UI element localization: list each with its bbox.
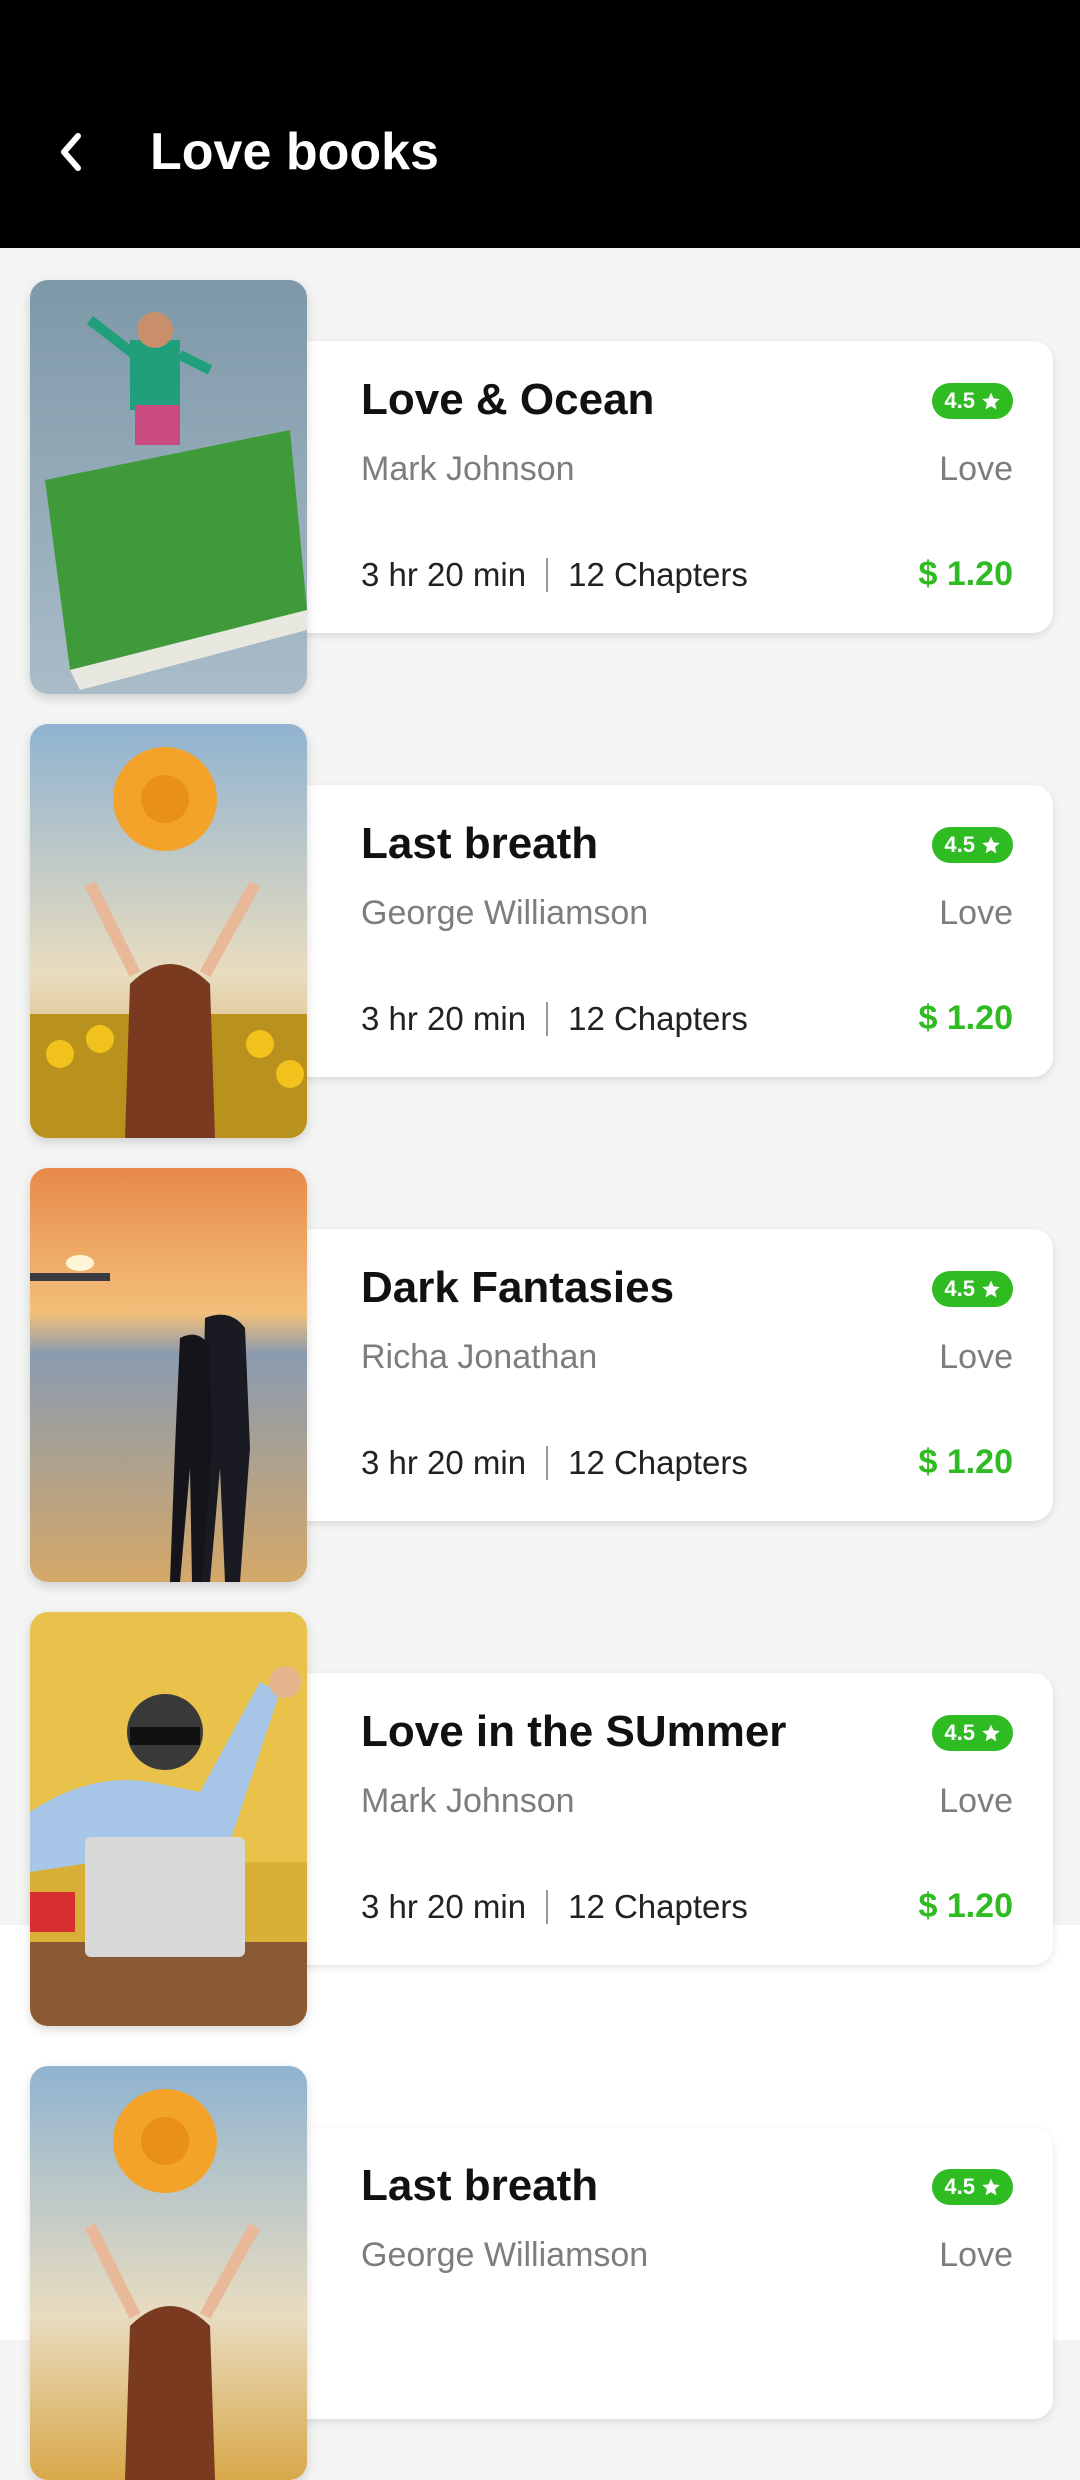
- book-title: Love in the SUmmer: [361, 1707, 787, 1756]
- book-title: Last breath: [361, 2161, 599, 2210]
- book-meta: 3 hr 20 min 12 Chapters: [361, 553, 748, 597]
- meta-divider: [546, 1002, 549, 1036]
- app-bar: Love books: [0, 0, 1080, 248]
- rating-badge: 4.5: [932, 1271, 1013, 1307]
- book-list-item[interactable]: Last breath 4.5 George Williamson Love 3…: [0, 724, 1080, 1138]
- book-cover-image[interactable]: [30, 280, 307, 694]
- book-author: George Williamson: [361, 2236, 649, 2274]
- book-author: Mark Johnson: [361, 1782, 575, 1820]
- book-card[interactable]: Love in the SUmmer 4.5 Mark Johnson Love…: [265, 1673, 1053, 1965]
- book-cover-image[interactable]: [30, 2066, 307, 2480]
- book-meta: 3 hr 20 min 12 Chapters: [361, 1441, 748, 1485]
- book-meta: 3 hr 20 min 12 Chapters: [361, 997, 748, 1041]
- star-icon: [982, 1724, 1000, 1742]
- rating-badge: 4.5: [932, 383, 1013, 419]
- star-icon: [982, 1280, 1000, 1298]
- book-genre: Love: [939, 1782, 1013, 1820]
- rating-value: 4.5: [944, 388, 975, 413]
- book-genre: Love: [939, 894, 1013, 932]
- book-card[interactable]: Last breath 4.5 George Williamson Love 3…: [265, 785, 1053, 1077]
- book-cover-image[interactable]: [30, 1168, 307, 1582]
- book-duration: 3 hr 20 min: [361, 1000, 527, 1037]
- book-duration: 3 hr 20 min: [361, 556, 527, 593]
- chevron-left-icon: [61, 133, 81, 171]
- rating-value: 4.5: [944, 1276, 975, 1301]
- rating-badge: 4.5: [932, 2169, 1013, 2205]
- book-duration: 3 hr 20 min: [361, 1888, 527, 1925]
- book-list-item[interactable]: Love & Ocean 4.5 Mark Johnson Love 3 hr …: [0, 280, 1080, 694]
- meta-divider: [546, 1446, 549, 1480]
- book-cover-image[interactable]: [30, 724, 307, 1138]
- book-duration: 3 hr 20 min: [361, 1444, 527, 1481]
- book-list-item[interactable]: Love in the SUmmer 4.5 Mark Johnson Love…: [0, 1612, 1080, 2026]
- rating-value: 4.5: [944, 1720, 975, 1745]
- book-chapters: 12 Chapters: [568, 556, 748, 593]
- book-chapters: 12 Chapters: [568, 1000, 748, 1037]
- book-meta: 3 hr 20 min 12 Chapters: [361, 1885, 748, 1929]
- book-genre: Love: [939, 450, 1013, 488]
- rating-value: 4.5: [944, 832, 975, 857]
- book-chapters: 12 Chapters: [568, 1888, 748, 1925]
- meta-divider: [546, 558, 549, 592]
- rating-badge: 4.5: [932, 1715, 1013, 1751]
- book-card[interactable]: Dark Fantasies 4.5 Richa Jonathan Love 3…: [265, 1229, 1053, 1521]
- star-icon: [982, 836, 1000, 854]
- book-price: $ 1.20: [918, 999, 1013, 1037]
- book-title: Dark Fantasies: [361, 1263, 675, 1312]
- meta-divider: [546, 1890, 549, 1924]
- book-author: Mark Johnson: [361, 450, 575, 488]
- star-icon: [982, 2178, 1000, 2196]
- book-list-item[interactable]: Last breath 4.5 George Williamson Love: [0, 2066, 1080, 2480]
- book-list: Love & Ocean 4.5 Mark Johnson Love 3 hr …: [0, 248, 1080, 2480]
- book-list-item[interactable]: Dark Fantasies 4.5 Richa Jonathan Love 3…: [0, 1168, 1080, 1582]
- book-card[interactable]: Last breath 4.5 George Williamson Love: [265, 2127, 1053, 2419]
- book-price: $ 1.20: [918, 1887, 1013, 1925]
- book-author: Richa Jonathan: [361, 1338, 598, 1376]
- star-icon: [982, 392, 1000, 410]
- book-title: Last breath: [361, 819, 599, 868]
- book-title: Love & Ocean: [361, 375, 655, 424]
- book-price: $ 1.20: [918, 555, 1013, 593]
- book-card[interactable]: Love & Ocean 4.5 Mark Johnson Love 3 hr …: [265, 341, 1053, 633]
- back-button[interactable]: [50, 120, 90, 184]
- book-price: $ 1.20: [918, 1443, 1013, 1481]
- book-genre: Love: [939, 1338, 1013, 1376]
- book-cover-image[interactable]: [30, 1612, 307, 2026]
- book-genre: Love: [939, 2236, 1013, 2274]
- book-author: George Williamson: [361, 894, 649, 932]
- page-title: Love books: [150, 123, 439, 181]
- rating-value: 4.5: [944, 2174, 975, 2199]
- book-chapters: 12 Chapters: [568, 1444, 748, 1481]
- rating-badge: 4.5: [932, 827, 1013, 863]
